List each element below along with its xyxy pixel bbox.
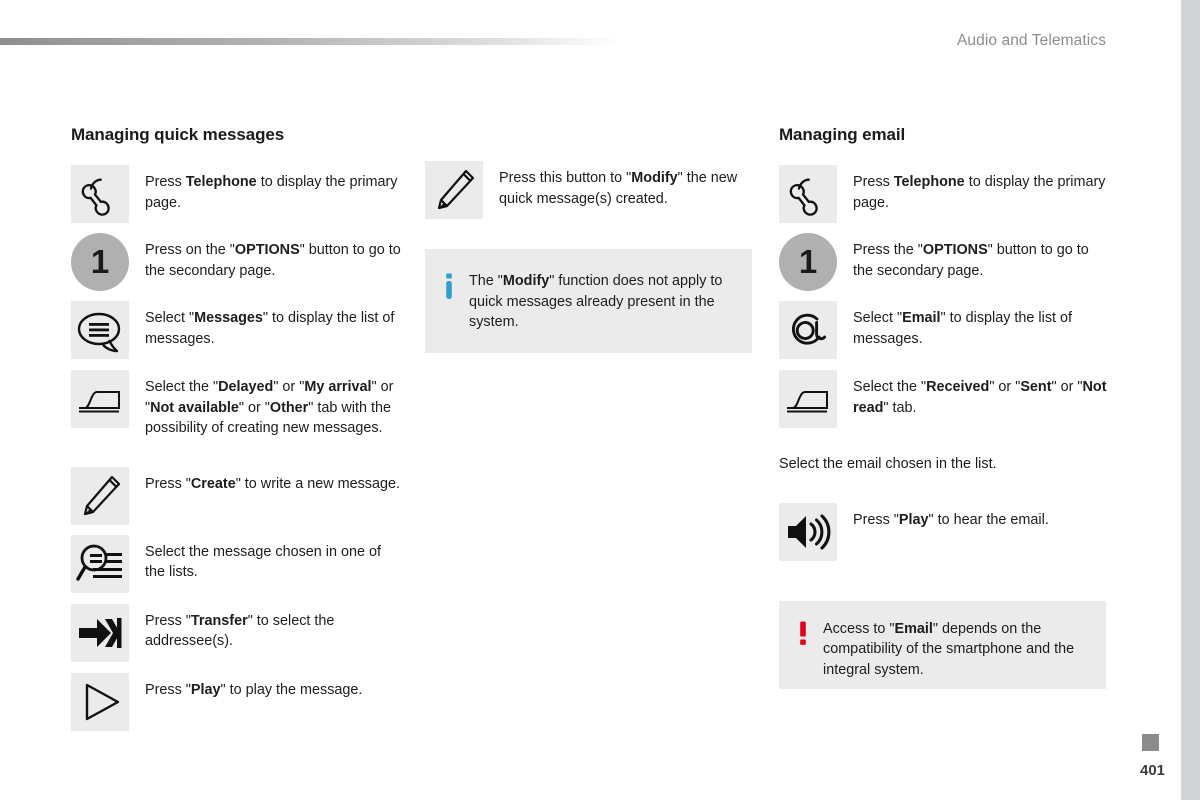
step-row: Select the "Received" or "Sent" or "Not …: [779, 370, 1109, 428]
step-text: Press this button to "Modify" the new qu…: [499, 170, 738, 207]
step-row: Press Telephone to display the primary p…: [71, 165, 401, 223]
magnifier-list-glyph: [76, 544, 122, 581]
warning-note-text: Access to "Email" depends on the compati…: [823, 620, 1075, 678]
step-text: Press Telephone to display the primary p…: [853, 174, 1106, 211]
column-managing-email: Managing email Press Telephone to displa…: [779, 125, 1109, 689]
numbered-circle-1-icon: 1: [71, 233, 129, 291]
step-text: Press "Play" to hear the email.: [853, 511, 1049, 528]
numbered-circle-label: 1: [71, 233, 129, 291]
step-row: Select "Email" to display the list of me…: [779, 301, 1109, 359]
step-text: Select the message chosen in one of the …: [145, 543, 381, 581]
step-text: Select "Messages" to display the list of…: [145, 310, 395, 347]
step-row: Press "Create" to write a new message.: [71, 466, 401, 525]
pencil-icon: [71, 466, 129, 525]
step-text: Press on the "OPTIONS" button to go to t…: [145, 242, 401, 279]
numbered-circle-label: 1: [779, 233, 837, 291]
info-note-text: The "Modify" function does not apply to …: [469, 273, 723, 330]
info-icon: [443, 271, 465, 308]
telephone-handset-icon: [71, 165, 129, 223]
play-triangle-glyph: [85, 683, 120, 720]
play-triangle-icon: [71, 672, 129, 731]
telephone-handset-glyph: [81, 178, 110, 216]
step-row: Select the message chosen in one of the …: [71, 534, 401, 593]
speaker-icon: [779, 502, 837, 561]
step-text: Press the "OPTIONS" button to go to the …: [853, 242, 1089, 279]
pencil-glyph: [83, 475, 121, 515]
page-header-title: Audio and Telematics: [956, 32, 1106, 49]
info-note-box: The "Modify" function does not apply to …: [425, 249, 752, 353]
step-row: 1 Press the "OPTIONS" button to go to th…: [779, 233, 1109, 291]
step-row: Press "Play" to hear the email.: [779, 502, 1109, 561]
info-icon-glyph: [446, 273, 452, 299]
tab-glyph: [787, 391, 828, 413]
tab-icon: [71, 370, 129, 428]
step-row: Select the "Delayed" or "My arrival" or …: [71, 370, 401, 439]
warning-note-box: Access to "Email" depends on the compati…: [779, 600, 1106, 689]
telephone-handset-glyph: [789, 178, 818, 216]
section-title-email: Managing email: [779, 125, 906, 144]
transfer-arrow-glyph: [79, 617, 122, 648]
step-text: Press "Transfer" to select the addressee…: [145, 612, 335, 650]
step-row: Select "Messages" to display the list of…: [71, 301, 401, 359]
step-text: Press "Play" to play the message.: [145, 681, 363, 698]
step-text: Press "Create" to write a new message.: [145, 475, 400, 492]
step-text: Select the "Received" or "Sent" or "Not …: [853, 379, 1107, 416]
magnifier-list-icon: [71, 534, 129, 593]
column-managing-quick-messages: Managing quick messages Press Telephone …: [71, 125, 401, 731]
step-row: Press "Play" to play the message.: [71, 672, 401, 731]
page-number: 401: [1140, 762, 1166, 779]
step-text: Select the "Delayed" or "My arrival" or …: [145, 379, 394, 436]
at-sign-glyph: [792, 313, 827, 345]
step-row: Press this button to "Modify" the new qu…: [425, 161, 755, 219]
page-edge-strip: [1181, 0, 1200, 800]
standalone-instruction-text: Select the email chosen in the list.: [779, 456, 997, 472]
transfer-arrow-icon: [71, 603, 129, 662]
section-title-quick-messages: Managing quick messages: [71, 125, 285, 144]
message-bubble-glyph: [77, 312, 121, 353]
telephone-handset-icon: [779, 165, 837, 223]
step-text: Press Telephone to display the primary p…: [145, 174, 398, 211]
step-row: Press Telephone to display the primary p…: [779, 165, 1109, 223]
numbered-circle-1-icon: 1: [779, 233, 837, 291]
exclamation-icon-glyph: [800, 621, 806, 645]
step-row: 1 Press on the "OPTIONS" button to go to…: [71, 233, 401, 291]
column-modify-quick-messages: Press this button to "Modify" the new qu…: [425, 161, 755, 353]
speaker-glyph: [788, 513, 831, 550]
at-sign-icon: [779, 301, 837, 359]
pencil-icon: [425, 161, 483, 219]
footer-section-marker: [1142, 734, 1159, 751]
step-text: Select "Email" to display the list of me…: [853, 310, 1073, 347]
exclamation-icon: [797, 619, 819, 656]
message-bubble-icon: [71, 301, 129, 359]
pencil-glyph: [437, 169, 475, 210]
tab-icon: [779, 370, 837, 428]
step-row: Press "Transfer" to select the addressee…: [71, 603, 401, 662]
header-rule: [0, 38, 620, 45]
tab-glyph: [79, 391, 120, 413]
